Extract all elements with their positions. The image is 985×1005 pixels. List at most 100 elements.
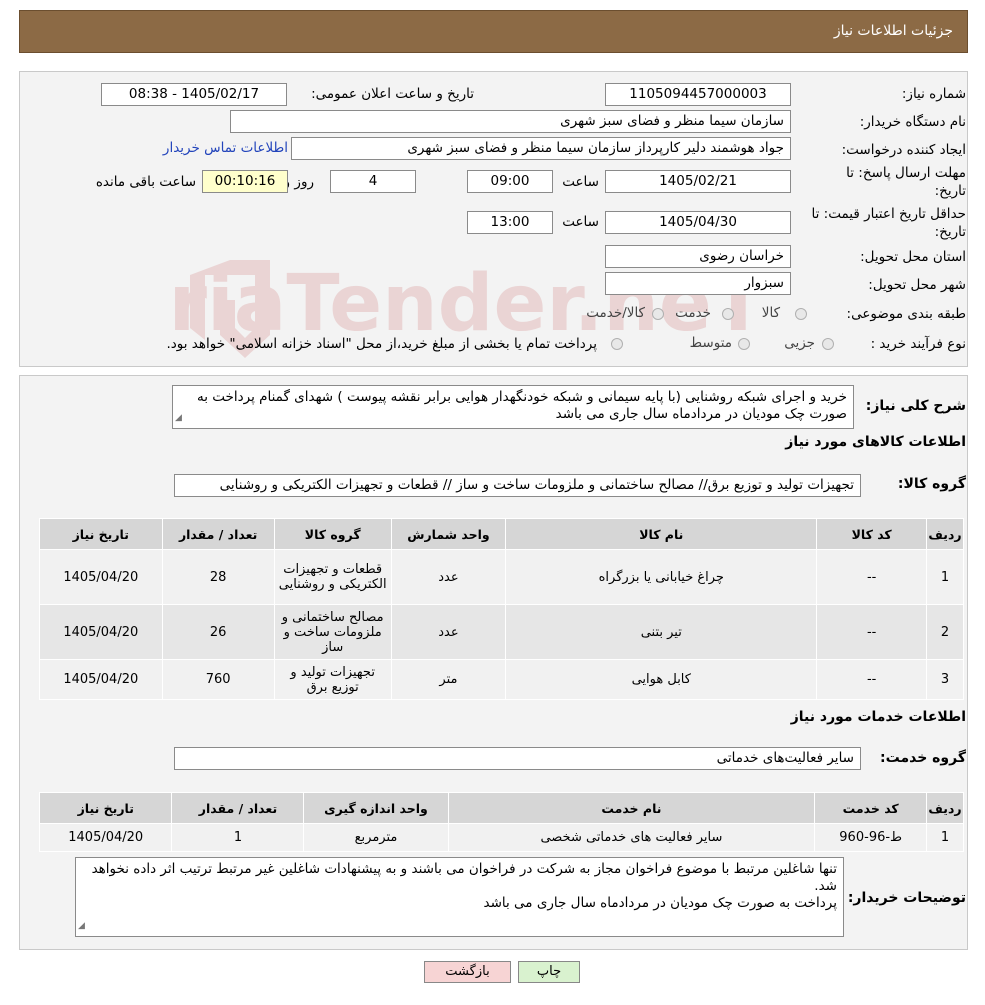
- days-label: روز و: [283, 174, 314, 190]
- goods-section-title: اطلاعات کالاهای مورد نیاز: [785, 434, 966, 450]
- time-remaining-field: 00:10:16: [202, 170, 288, 193]
- print-button[interactable]: چاپ: [518, 961, 580, 983]
- cell-name: سایر فعالیت های خدماتی شخصی: [447, 823, 816, 852]
- province-field: خراسان رضوی: [605, 245, 791, 268]
- deadline-label-date: تاریخ:: [934, 183, 966, 199]
- validity-time-field: 13:00: [467, 211, 553, 234]
- creator-label: ایجاد کننده درخواست:: [841, 142, 966, 158]
- cell-code: --: [816, 659, 928, 700]
- province-label: استان محل تحویل:: [860, 249, 966, 265]
- buyer-notes-textarea[interactable]: تنها شاغلین مرتبط با موضوع فراخوان مجاز …: [75, 857, 844, 937]
- cell-name: کابل هوایی: [505, 659, 818, 700]
- col-qty: تعداد / مقدار: [171, 792, 305, 824]
- time-remaining-label: ساعت باقی مانده: [95, 174, 196, 190]
- category-option-goods-service: کالا/خدمت: [586, 305, 645, 321]
- process-radio-treasury[interactable]: [611, 338, 623, 350]
- cell-date: 1405/04/20: [38, 823, 173, 852]
- goods-group-label: گروه کالا:: [897, 476, 966, 492]
- process-type-label: نوع فرآیند خرید :: [870, 336, 966, 352]
- services-group-field: سایر فعالیت‌های خدماتی: [174, 747, 861, 770]
- services-table-header: ردیف کد خدمت نام خدمت واحد اندازه گیری ت…: [38, 792, 964, 824]
- cell-unit: مترمربع: [303, 823, 449, 852]
- validity-label-date: تاریخ:: [934, 224, 966, 240]
- days-remaining-field: 4: [330, 170, 416, 193]
- resize-grip-icon[interactable]: ◢: [78, 918, 85, 935]
- col-unit: واحد اندازه گیری: [303, 792, 449, 824]
- cell-row: 1: [926, 823, 964, 852]
- city-label: شهر محل تحویل:: [868, 277, 966, 293]
- cell-name: تیر بتنی: [505, 604, 818, 660]
- cell-date: 1405/04/20: [39, 604, 163, 660]
- announce-datetime-field: 1405/02/17 - 08:38: [101, 83, 287, 106]
- services-table: ردیف کد خدمت نام خدمت واحد اندازه گیری ت…: [38, 792, 964, 852]
- validity-time-label: ساعت: [562, 214, 599, 230]
- process-option-medium: متوسط: [689, 335, 732, 351]
- cell-unit: متر: [390, 659, 507, 700]
- col-group: گروه کالا: [273, 518, 392, 550]
- category-radio-service[interactable]: [722, 308, 734, 320]
- buyer-contact-link[interactable]: اطلاعات تماس خریدار: [163, 140, 288, 156]
- col-code: کد خدمت: [814, 792, 928, 824]
- deadline-time-label: ساعت: [562, 174, 599, 190]
- cell-row: 3: [926, 659, 964, 700]
- deadline-time-field: 09:00: [467, 170, 553, 193]
- col-code: کد کالا: [816, 518, 928, 550]
- cell-row: 2: [926, 604, 964, 660]
- cell-code: --: [816, 549, 928, 605]
- creator-field: جواد هوشمند دلیر کارپرداز سازمان سیما من…: [291, 137, 791, 160]
- cell-date: 1405/04/20: [39, 659, 163, 700]
- buyer-org-field: سازمان سیما منظر و فضای سبز شهری: [230, 110, 791, 133]
- col-name: نام خدمت: [447, 792, 816, 824]
- summary-label: شرح کلی نیاز:: [865, 398, 966, 414]
- cell-group: مصالح ساختمانی و ملزومات ساخت و ساز: [273, 604, 392, 660]
- buyer-notes-label: توضیحات خریدار:: [847, 890, 966, 906]
- resize-grip-icon[interactable]: ◢: [175, 410, 182, 427]
- col-row: ردیف: [926, 518, 964, 550]
- summary-text: خرید و اجرای شبکه روشنایی (با پایه سیمان…: [196, 389, 847, 422]
- announce-label: تاریخ و ساعت اعلان عمومی:: [311, 86, 474, 102]
- cell-qty: 26: [161, 604, 275, 660]
- col-date: تاریخ نیاز: [38, 792, 173, 824]
- page-header: جزئیات اطلاعات نیاز: [19, 10, 968, 53]
- need-number-label: شماره نیاز:: [901, 86, 966, 102]
- cell-code: --: [816, 604, 928, 660]
- validity-date-field: 1405/04/30: [605, 211, 791, 234]
- table-row: 1 -- چراغ خیابانی یا بزرگراه عدد قطعات و…: [39, 549, 964, 605]
- table-row: 1 ط-96-960 سایر فعالیت های خدماتی شخصی م…: [38, 823, 964, 852]
- cell-qty: 1: [171, 823, 305, 852]
- deadline-label: مهلت ارسال پاسخ: تا: [846, 165, 966, 181]
- col-name: نام کالا: [505, 518, 818, 550]
- cell-row: 1: [926, 549, 964, 605]
- cell-unit: عدد: [390, 604, 507, 660]
- category-radio-goods[interactable]: [795, 308, 807, 320]
- deadline-date-field: 1405/02/21: [605, 170, 791, 193]
- table-row: 2 -- تیر بتنی عدد مصالح ساختمانی و ملزوم…: [39, 604, 964, 660]
- cell-name: چراغ خیابانی یا بزرگراه: [505, 549, 818, 605]
- col-unit: واحد شمارش: [390, 518, 507, 550]
- cell-code: ط-96-960: [814, 823, 928, 852]
- cell-qty: 760: [161, 659, 275, 700]
- col-qty: تعداد / مقدار: [161, 518, 275, 550]
- cell-unit: عدد: [390, 549, 507, 605]
- category-radio-goods-service[interactable]: [652, 308, 664, 320]
- validity-label: حداقل تاریخ اعتبار قیمت: تا: [811, 206, 966, 222]
- col-row: ردیف: [926, 792, 964, 824]
- buyer-notes-line-1: تنها شاغلین مرتبط با موضوع فراخوان مجاز …: [91, 861, 837, 894]
- services-group-label: گروه خدمت:: [880, 750, 966, 766]
- city-field: سبزوار: [605, 272, 791, 295]
- cell-group: قطعات و تجهیزات الکتریکی و روشنایی: [273, 549, 392, 605]
- back-button[interactable]: بازگشت: [424, 961, 511, 983]
- summary-textarea[interactable]: خرید و اجرای شبکه روشنایی (با پایه سیمان…: [172, 385, 854, 429]
- cell-group: تجهیزات تولید و توزیع برق: [273, 659, 392, 700]
- services-section-title: اطلاعات خدمات مورد نیاز: [790, 709, 966, 725]
- process-radio-minor[interactable]: [822, 338, 834, 350]
- category-option-goods: کالا: [761, 305, 780, 321]
- cell-qty: 28: [161, 549, 275, 605]
- need-number-field: 1105094457000003: [605, 83, 791, 106]
- goods-table-header: ردیف کد کالا نام کالا واحد شمارش گروه کا…: [39, 518, 964, 550]
- goods-group-field: تجهیزات تولید و توزیع برق// مصالح ساختما…: [174, 474, 861, 497]
- category-label: طبقه بندی موضوعی:: [846, 306, 966, 322]
- cell-date: 1405/04/20: [39, 549, 163, 605]
- process-radio-medium[interactable]: [738, 338, 750, 350]
- page-title: جزئیات اطلاعات نیاز: [833, 23, 953, 39]
